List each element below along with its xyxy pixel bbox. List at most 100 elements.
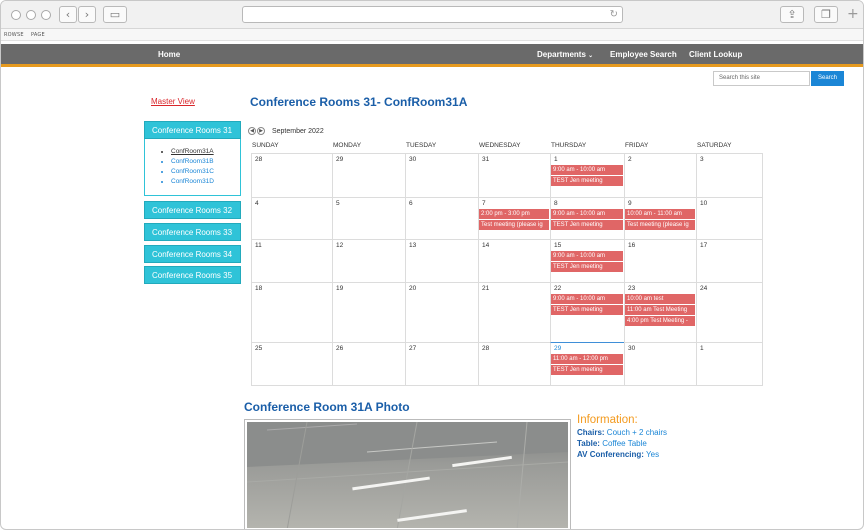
bookmark-item[interactable]: PAGE: [31, 32, 45, 38]
room-link-31c[interactable]: ConfRoom31C: [171, 167, 214, 177]
day-number: 1: [700, 345, 704, 352]
info-av-label: AV Conferencing:: [577, 450, 644, 459]
next-month-icon[interactable]: ▶: [257, 127, 265, 135]
reload-icon[interactable]: ↻: [610, 8, 618, 22]
calendar-day-cell[interactable]: 4: [251, 197, 332, 239]
day-number: 7: [482, 200, 486, 207]
day-number: 28: [482, 345, 490, 352]
day-header: THURSDAY: [551, 142, 587, 149]
sidebar-group-31[interactable]: Conference Rooms 31: [144, 121, 241, 139]
share-icon[interactable]: ⇪: [780, 6, 804, 23]
room-link-31d[interactable]: ConfRoom31D: [171, 177, 214, 187]
nav-departments[interactable]: Departments ⌄: [537, 50, 593, 59]
calendar-day-cell[interactable]: 27: [405, 342, 478, 386]
day-number: 12: [336, 242, 344, 249]
calendar-day-cell[interactable]: 29: [332, 153, 405, 197]
calendar-event[interactable]: 11:00 am Test Meeting: [625, 305, 695, 316]
calendar-day-cell[interactable]: 18: [251, 282, 332, 342]
day-number: 25: [255, 345, 263, 352]
day-number: 30: [628, 345, 636, 352]
prev-month-icon[interactable]: ◀: [248, 127, 256, 135]
address-bar[interactable]: ↻: [242, 6, 623, 23]
calendar-day-cell[interactable]: 16: [624, 239, 696, 282]
info-chairs-label: Chairs:: [577, 428, 605, 437]
back-icon[interactable]: ‹: [59, 6, 77, 23]
calendar-day-cell[interactable]: 25: [251, 342, 332, 386]
forward-icon[interactable]: ›: [78, 6, 96, 23]
sidebar-group-35[interactable]: Conference Rooms 35: [144, 266, 241, 284]
bookmark-item[interactable]: ROWSE: [4, 32, 24, 38]
room-link-31b[interactable]: ConfRoom31B: [171, 157, 214, 167]
calendar-event[interactable]: 10:00 am test: [625, 294, 695, 305]
calendar-day-cell[interactable]: 12: [332, 239, 405, 282]
calendar-day-cell[interactable]: 13: [405, 239, 478, 282]
calendar-day-cell[interactable]: 20: [405, 282, 478, 342]
day-number: 8: [554, 200, 558, 207]
day-number: 6: [409, 200, 413, 207]
bookmarks-bar: ROWSE PAGE: [1, 29, 863, 41]
sidebar-toggle-icon[interactable]: ▭: [103, 6, 127, 23]
minimize-window-icon[interactable]: [26, 10, 36, 20]
sidebar-group-33[interactable]: Conference Rooms 33: [144, 223, 241, 241]
sidebar-group-34[interactable]: Conference Rooms 34: [144, 245, 241, 263]
calendar-day-cell[interactable]: 28: [478, 342, 550, 386]
day-header: WEDNESDAY: [479, 142, 521, 149]
calendar-day-cell[interactable]: 24: [696, 282, 763, 342]
calendar-day-cell[interactable]: 28: [251, 153, 332, 197]
calendar-day-cell[interactable]: 30: [405, 153, 478, 197]
calendar-day-cell[interactable]: 5: [332, 197, 405, 239]
calendar-event[interactable]: TEST Jen meeting: [551, 365, 623, 376]
calendar-day-cell[interactable]: 10: [696, 197, 763, 239]
calendar-event[interactable]: 9:00 am - 10:00 am: [551, 209, 623, 220]
close-window-icon[interactable]: [11, 10, 21, 20]
calendar-event[interactable]: TEST Jen meeting: [551, 220, 623, 231]
calendar-day-cell[interactable]: 26: [332, 342, 405, 386]
info-table-value: Coffee Table: [602, 439, 647, 448]
calendar-event[interactable]: 9:00 am - 10:00 am: [551, 294, 623, 305]
calendar-event[interactable]: Test meeting (please ig: [479, 220, 549, 231]
calendar-event[interactable]: 11:00 am - 12:00 pm: [551, 354, 623, 365]
tabs-icon[interactable]: ❐: [814, 6, 838, 23]
info-av: AV Conferencing: Yes: [577, 450, 659, 459]
master-view-link[interactable]: Master View: [151, 97, 195, 106]
calendar-day-cell[interactable]: 11: [251, 239, 332, 282]
calendar-event[interactable]: TEST Jen meeting: [551, 262, 623, 273]
nav-home[interactable]: Home: [158, 50, 180, 59]
page-title: Conference Rooms 31- ConfRoom31A: [250, 95, 468, 109]
calendar-day-cell[interactable]: 21: [478, 282, 550, 342]
day-number: 24: [700, 285, 708, 292]
calendar-event[interactable]: 2:00 pm - 3:00 pm: [479, 209, 549, 220]
calendar-day-cell[interactable]: 2: [624, 153, 696, 197]
calendar-event[interactable]: TEST Jen meeting: [551, 176, 623, 187]
calendar-event[interactable]: 9:00 am - 10:00 am: [551, 251, 623, 262]
calendar-day-cell[interactable]: 6: [405, 197, 478, 239]
calendar-event[interactable]: Test meeting (please ig: [625, 220, 695, 231]
calendar-day-cell[interactable]: 14: [478, 239, 550, 282]
calendar-event[interactable]: TEST Jen meeting: [551, 305, 623, 316]
calendar-day-cell[interactable]: 30: [624, 342, 696, 386]
maximize-window-icon[interactable]: [41, 10, 51, 20]
new-tab-icon[interactable]: +: [847, 6, 859, 22]
day-number: 30: [409, 156, 417, 163]
day-number: 23: [628, 285, 636, 292]
day-number: 15: [554, 242, 562, 249]
room-link-31a[interactable]: ConfRoom31A: [171, 147, 214, 157]
calendar-day-cell[interactable]: 31: [478, 153, 550, 197]
nav-employee-search[interactable]: Employee Search: [610, 50, 677, 59]
search-input[interactable]: Search this site: [713, 71, 810, 86]
info-heading: Information:: [577, 414, 638, 426]
calendar-day-cell[interactable]: 1: [696, 342, 763, 386]
calendar-day-cell[interactable]: 3: [696, 153, 763, 197]
calendar-day-cell[interactable]: 19: [332, 282, 405, 342]
nav-client-lookup[interactable]: Client Lookup: [689, 50, 742, 59]
search-button[interactable]: Search: [811, 71, 844, 86]
sidebar-group-32[interactable]: Conference Rooms 32: [144, 201, 241, 219]
nav-departments-label: Departments: [537, 50, 586, 59]
calendar-event[interactable]: 10:00 am - 11:00 am: [625, 209, 695, 220]
room-photo: [244, 419, 571, 529]
info-table: Table: Coffee Table: [577, 439, 647, 448]
calendar-event[interactable]: 9:00 am - 10:00 am: [551, 165, 623, 176]
calendar-event[interactable]: 4:00 pm Test Meeting -: [625, 316, 695, 327]
calendar-day-cell[interactable]: 17: [696, 239, 763, 282]
day-number: 3: [700, 156, 704, 163]
